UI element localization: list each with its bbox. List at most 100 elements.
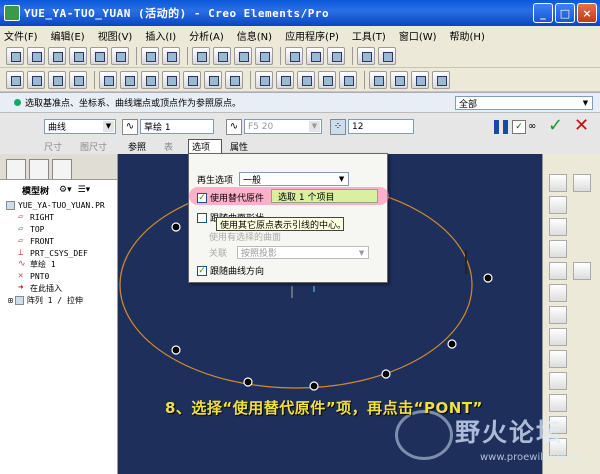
pattern-point[interactable] xyxy=(483,273,493,283)
member-count-field[interactable]: 12 xyxy=(348,119,414,134)
use-alt-origin-checkbox[interactable]: ✓ xyxy=(197,192,207,203)
tree-item-insert-here[interactable]: ➜ 在此插入 xyxy=(6,283,117,295)
pattern-point[interactable] xyxy=(381,369,391,379)
maximize-button[interactable]: □ xyxy=(555,3,575,23)
spacing-field[interactable]: F5 20 ▼ xyxy=(244,119,322,134)
open-icon[interactable] xyxy=(27,46,45,65)
sweep-tool-icon[interactable] xyxy=(549,372,567,390)
tab-table[interactable]: 表 xyxy=(164,140,173,153)
spacing-icon[interactable]: ∿ xyxy=(226,119,242,135)
glasses-icon[interactable]: ∞ xyxy=(528,120,542,134)
tree-item-top[interactable]: ▱ TOP xyxy=(6,224,117,236)
menu-analysis[interactable]: 分析(A) xyxy=(189,28,224,43)
datum-plane-display-icon[interactable] xyxy=(369,70,387,89)
hole-tool-icon[interactable] xyxy=(549,394,567,412)
pattern-point[interactable] xyxy=(243,377,253,387)
member-count-icon[interactable]: ⁘ xyxy=(330,119,346,135)
email-icon[interactable] xyxy=(90,46,108,65)
origin-collector[interactable]: 选取 1 个项目 xyxy=(271,189,378,203)
menu-view[interactable]: 视图(V) xyxy=(98,28,133,43)
paste-icon[interactable] xyxy=(234,46,252,65)
save-icon[interactable] xyxy=(48,46,66,65)
tree-item-pattern[interactable]: ⊞ 阵列 1 / 拉伸 xyxy=(6,294,117,306)
menu-applications[interactable]: 应用程序(P) xyxy=(285,28,339,43)
apply-button[interactable]: ✓ xyxy=(548,117,566,135)
sketch-icon[interactable] xyxy=(6,70,24,89)
window-icon[interactable] xyxy=(357,46,375,65)
tab-references[interactable]: 参照 xyxy=(128,140,146,153)
zoom-out-icon[interactable] xyxy=(120,70,138,89)
extrude-tool-icon[interactable] xyxy=(549,328,567,346)
send-icon[interactable] xyxy=(111,46,129,65)
csys-tool-icon[interactable] xyxy=(549,284,567,302)
datum-curve-tool-icon[interactable] xyxy=(549,218,567,236)
wireframe-icon[interactable] xyxy=(255,70,273,89)
datum-plane-tool-icon[interactable] xyxy=(549,174,567,192)
tree-item-csys[interactable]: ⟂ PRT_CSYS_DEF xyxy=(6,247,117,259)
follow-curve-dir-row[interactable]: ✓ 跟随曲线方向 xyxy=(197,264,264,277)
rib-tool-icon[interactable] xyxy=(573,262,591,280)
copy-icon[interactable] xyxy=(213,46,231,65)
tree-item-sketch[interactable]: ∿ 草绘 1 xyxy=(6,259,117,271)
use-alt-origin-row[interactable]: ✓ 使用替代原件 xyxy=(197,191,264,204)
view-manager-icon[interactable] xyxy=(225,70,243,89)
tab-table-dimension[interactable]: 图尺寸 xyxy=(80,140,107,153)
regenerate-icon[interactable] xyxy=(285,46,303,65)
pattern-point[interactable] xyxy=(171,345,181,355)
analysis-tool-icon[interactable] xyxy=(549,306,567,324)
tree-columns-icon[interactable]: ☰▾ xyxy=(78,185,91,195)
pattern-point[interactable] xyxy=(171,222,181,232)
saved-views-icon[interactable] xyxy=(183,70,201,89)
close-window-icon[interactable] xyxy=(378,46,396,65)
follow-surface-checkbox[interactable] xyxy=(197,212,207,223)
redo-icon[interactable] xyxy=(162,46,180,65)
menu-file[interactable]: 文件(F) xyxy=(4,28,38,43)
datum-point-display-icon[interactable] xyxy=(411,70,429,89)
new-icon[interactable] xyxy=(6,46,24,65)
spin-center-icon[interactable] xyxy=(339,70,357,89)
close-button[interactable]: × xyxy=(577,3,597,23)
render-icon[interactable] xyxy=(69,70,87,89)
csys-display-icon[interactable] xyxy=(432,70,450,89)
tab-properties[interactable]: 属性 xyxy=(230,140,248,153)
filter-icon[interactable] xyxy=(48,70,66,89)
datum-axis-display-icon[interactable] xyxy=(390,70,408,89)
undo-icon[interactable] xyxy=(141,46,159,65)
datum-axis-tool-icon[interactable] xyxy=(549,196,567,214)
no-hidden-icon[interactable] xyxy=(297,70,315,89)
print-icon[interactable] xyxy=(69,46,87,65)
pattern-point[interactable] xyxy=(309,381,319,391)
reorient-icon[interactable] xyxy=(162,70,180,89)
tree-item-point[interactable]: ✕ PNT0 xyxy=(6,271,117,283)
tab-folder-browser[interactable] xyxy=(29,159,49,179)
shading-icon[interactable] xyxy=(318,70,336,89)
selection-filter[interactable]: 全部 ▼ xyxy=(455,96,593,110)
tree-item-front[interactable]: ▱ FRONT xyxy=(6,235,117,247)
sketch-tool-icon[interactable] xyxy=(549,240,567,258)
shell-tool-icon[interactable] xyxy=(573,174,591,192)
refit-icon[interactable] xyxy=(141,70,159,89)
menu-info[interactable]: 信息(N) xyxy=(237,28,272,43)
pattern-point[interactable] xyxy=(447,339,457,349)
sketch-reference-field[interactable]: 草绘 1 xyxy=(140,119,214,134)
tab-model-tree[interactable] xyxy=(6,159,26,179)
zoom-in-icon[interactable] xyxy=(99,70,117,89)
regen-select[interactable]: 一般 ▼ xyxy=(239,172,350,186)
preview-checkbox[interactable]: ✓ xyxy=(512,120,526,134)
select-box-icon[interactable] xyxy=(327,46,345,65)
find-icon[interactable] xyxy=(306,46,324,65)
tab-favorites[interactable] xyxy=(52,159,72,179)
tab-dimension[interactable]: 尺寸 xyxy=(44,140,62,153)
tree-item-part[interactable]: YUE_YA-TUO_YUAN.PR xyxy=(6,200,117,212)
expand-icon[interactable]: ⊞ xyxy=(8,296,13,305)
menu-insert[interactable]: 插入(I) xyxy=(145,28,176,43)
curve-sketch-icon[interactable]: ∿ xyxy=(122,119,138,135)
follow-curve-dir-checkbox[interactable]: ✓ xyxy=(197,265,207,276)
layers-icon[interactable] xyxy=(204,70,222,89)
hidden-line-icon[interactable] xyxy=(276,70,294,89)
tree-item-right[interactable]: ▱ RIGHT xyxy=(6,212,117,224)
datum-point-tool-icon[interactable] xyxy=(549,262,567,280)
paste-special-icon[interactable] xyxy=(255,46,273,65)
tree-settings-icon[interactable]: ⚙▾ xyxy=(59,185,72,195)
revolve-tool-icon[interactable] xyxy=(549,350,567,368)
